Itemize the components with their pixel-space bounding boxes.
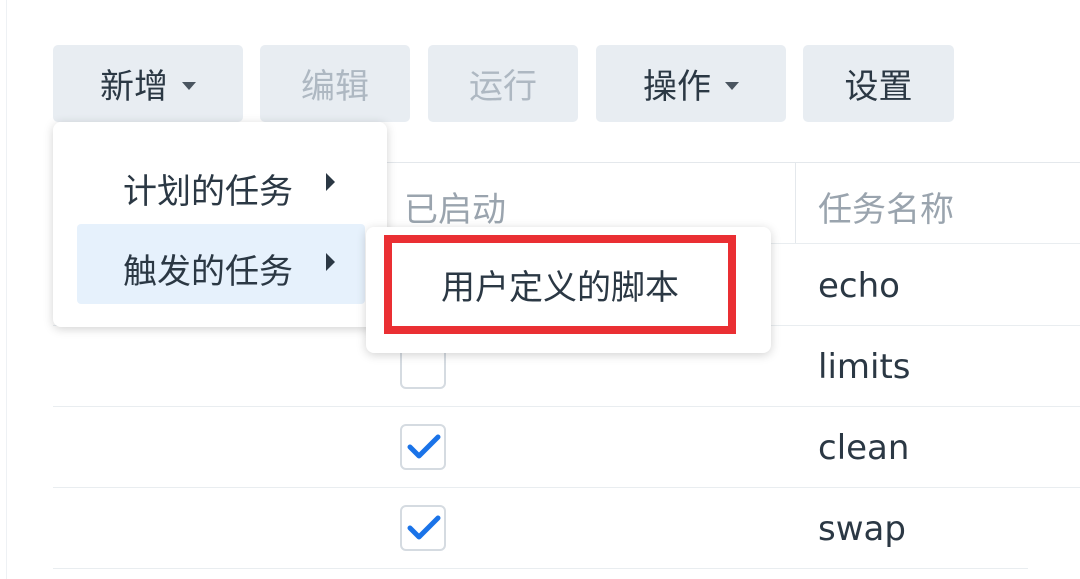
row-divider: [53, 487, 1080, 488]
caret-right-icon: [326, 173, 335, 191]
edit-button-label: 编辑: [301, 67, 369, 107]
caret-down-icon: [725, 81, 739, 90]
task-name-cell[interactable]: limits: [818, 347, 911, 387]
edit-button[interactable]: 编辑: [260, 45, 410, 122]
menu-item-triggered-task[interactable]: 触发的任务: [77, 224, 365, 304]
action-button-label: 操作: [643, 67, 711, 107]
left-border: [6, 0, 7, 579]
table-header-top-border: [370, 162, 1080, 163]
settings-button[interactable]: 设置: [803, 45, 954, 122]
add-dropdown-menu: 计划的任务 触发的任务: [53, 122, 387, 327]
column-header-task-name[interactable]: 任务名称: [818, 182, 954, 231]
caret-right-icon: [326, 253, 335, 271]
menu-item-scheduled-task[interactable]: 计划的任务: [77, 144, 365, 224]
add-button[interactable]: 新增: [53, 45, 243, 122]
row-enabled-checkbox[interactable]: [400, 424, 446, 470]
column-divider: [795, 163, 796, 243]
settings-button-label: 设置: [844, 67, 913, 107]
checkmark-icon: [407, 434, 441, 459]
run-button[interactable]: 运行: [428, 45, 578, 122]
triggered-task-submenu: 用户定义的脚本: [366, 227, 771, 353]
menu-item-label: 触发的任务: [123, 252, 293, 292]
action-button[interactable]: 操作: [596, 45, 786, 122]
row-divider: [53, 568, 1028, 569]
submenu-item-user-defined-script[interactable]: 用户定义的脚本: [384, 235, 736, 334]
task-name-cell[interactable]: echo: [818, 266, 900, 306]
row-divider: [53, 406, 1080, 407]
checkmark-icon: [407, 515, 441, 540]
task-name-cell[interactable]: swap: [818, 509, 906, 549]
row-enabled-checkbox[interactable]: [400, 505, 446, 551]
column-header-enabled[interactable]: 已启动: [404, 182, 506, 231]
add-button-label: 新增: [100, 67, 168, 107]
menu-item-label: 计划的任务: [123, 172, 293, 212]
task-name-cell[interactable]: clean: [818, 428, 909, 468]
caret-down-icon: [182, 81, 196, 90]
submenu-item-label: 用户定义的脚本: [441, 268, 679, 308]
run-button-label: 运行: [469, 67, 537, 107]
